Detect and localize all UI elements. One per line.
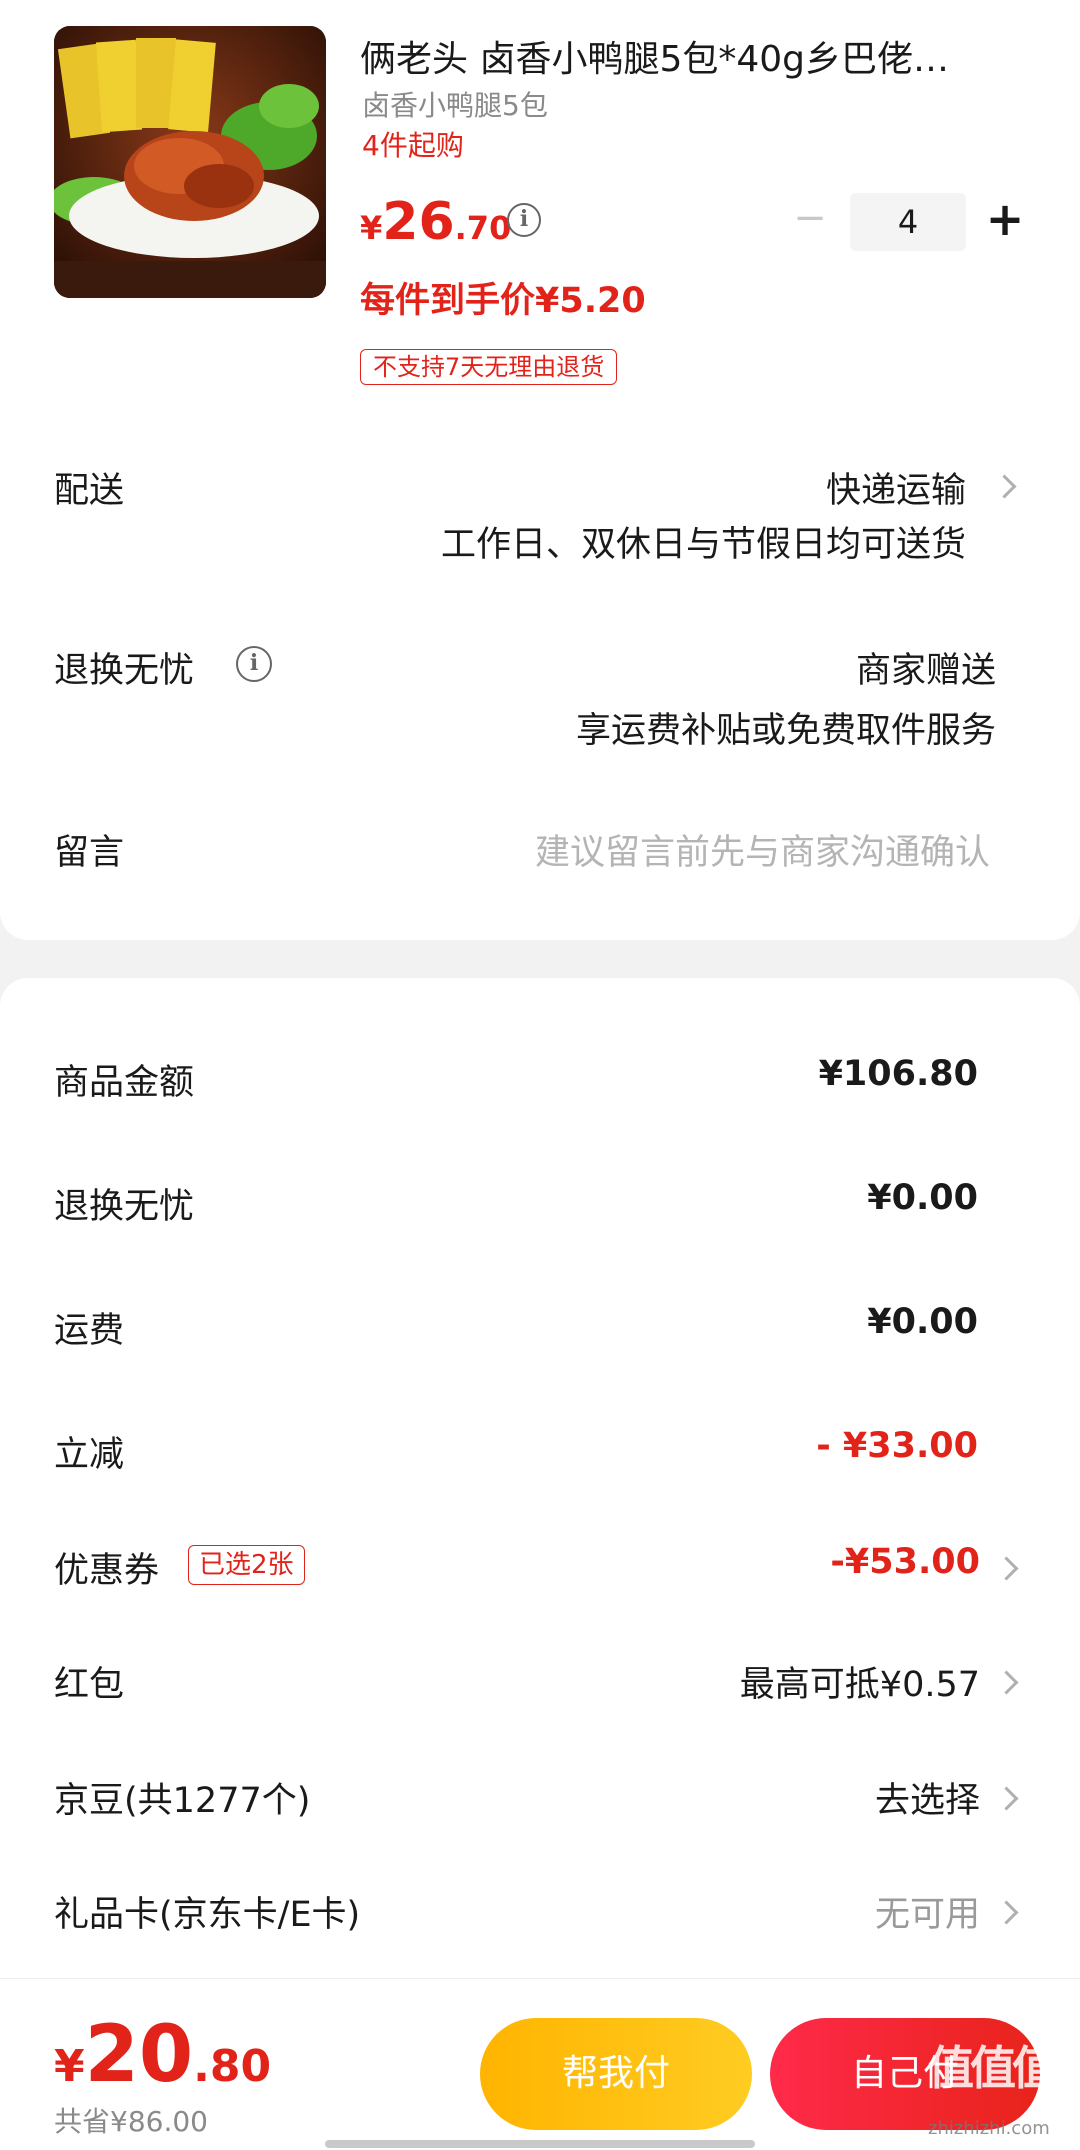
product-title[interactable]: 俩老头 卤香小鸭腿5包*40g乡巴佬… — [360, 30, 1000, 82]
quantity-input[interactable]: 4 — [850, 193, 966, 251]
return-info-icon[interactable]: i — [236, 646, 272, 682]
return-fee-value: ¥0.00 — [867, 1178, 978, 1218]
gift-card-label[interactable]: 礼品卡(京东卡/E卡) — [54, 1886, 360, 1937]
instant-discount-label: 立减 — [54, 1435, 125, 1475]
total-integer: 20 — [84, 2010, 194, 2100]
coupon-label[interactable]: 优惠券 — [54, 1542, 159, 1593]
return-worry-label: 退换无忧 — [54, 651, 195, 691]
return-worry-value[interactable]: 商家赠送 — [856, 642, 996, 693]
instant-discount-value: - ¥33.00 — [816, 1426, 978, 1466]
coupon-value[interactable]: -¥53.00 — [830, 1542, 980, 1582]
message-label: 留言 — [54, 833, 125, 873]
price-currency: ¥ — [360, 209, 383, 247]
quantity-decrease-button[interactable]: − — [790, 198, 830, 238]
shipping-value: ¥0.00 — [867, 1302, 978, 1342]
unit-price: 每件到手价¥5.20 — [360, 281, 646, 321]
price-info-icon[interactable]: i — [507, 203, 541, 237]
price-integer: 26 — [382, 192, 455, 252]
red-packet-label[interactable]: 红包 — [54, 1656, 124, 1707]
price-decimal: .70 — [454, 209, 512, 247]
watermark-site: zhizhizhi.com — [928, 2118, 1050, 2139]
total-currency: ¥ — [54, 2041, 85, 2092]
quantity-increase-button[interactable]: + — [985, 193, 1025, 245]
shipping-label: 运费 — [54, 1311, 125, 1351]
product-image[interactable] — [54, 26, 326, 298]
product-spec: 卤香小鸭腿5包 — [362, 89, 548, 122]
jingdou-label[interactable]: 京豆(共1277个) — [54, 1772, 310, 1823]
goods-amount-label: 商品金额 — [54, 1063, 195, 1103]
goods-amount-value: ¥106.80 — [818, 1054, 978, 1094]
jingdou-value[interactable]: 去选择 — [875, 1772, 980, 1823]
checkout-page: 俩老头 卤香小鸭腿5包*40g乡巴佬… 卤香小鸭腿5包 4件起购 ¥26.70 … — [0, 0, 1080, 2150]
delivery-method[interactable]: 快递运输 — [826, 462, 966, 513]
gift-card-value[interactable]: 无可用 — [875, 1886, 980, 1937]
message-input[interactable]: 建议留言前先与商家沟通确认 — [535, 824, 990, 875]
help-pay-button[interactable]: 帮我付 — [480, 2018, 752, 2130]
total-decimal: .80 — [193, 2041, 272, 2092]
total-saved: 共省¥86.00 — [54, 2105, 208, 2138]
min-order-quantity: 4件起购 — [362, 129, 464, 162]
no-return-tag: 不支持7天无理由退货 — [360, 349, 618, 385]
delivery-note: 工作日、双休日与节假日均可送货 — [440, 525, 966, 565]
return-worry-note: 享运费补贴或免费取件服务 — [575, 711, 996, 751]
total-price: ¥20.80 — [54, 2010, 271, 2100]
delivery-label: 配送 — [54, 471, 125, 511]
red-packet-value[interactable]: 最高可抵¥0.57 — [740, 1656, 980, 1707]
product-price: ¥26.70 — [360, 192, 511, 252]
coupon-selected-badge: 已选2张 — [188, 1545, 305, 1585]
watermark-logo: 值值值 — [928, 2041, 1058, 2095]
return-fee-label: 退换无忧 — [54, 1187, 195, 1227]
home-indicator[interactable] — [325, 2140, 755, 2148]
price-summary-card — [0, 978, 1080, 1978]
